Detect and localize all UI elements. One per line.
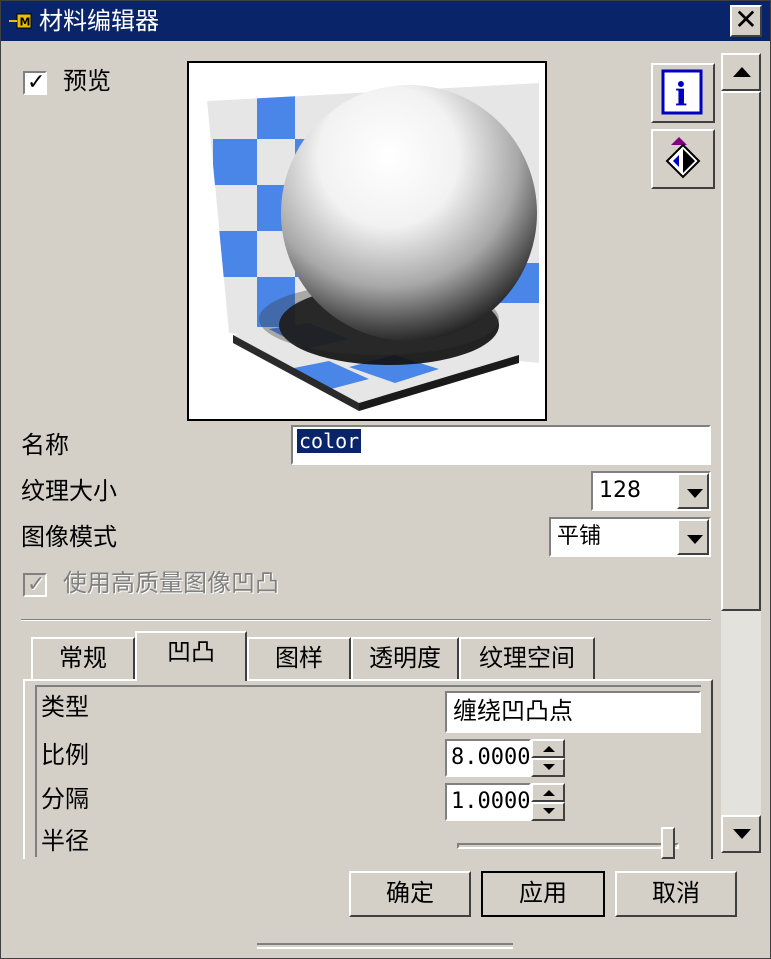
spin-up-icon[interactable] [531, 783, 565, 802]
preview-render [189, 63, 545, 419]
svg-text:i: i [675, 75, 687, 113]
hq-bump-label: 使用高质量图像凹凸 [63, 569, 279, 597]
hq-bump-checkbox: ✓ [23, 573, 47, 597]
type-label: 类型 [41, 693, 89, 721]
info-icon: i [661, 69, 703, 115]
material-flip-icon [665, 137, 701, 179]
check-icon: ✓ [27, 70, 46, 95]
material-preview [187, 61, 547, 421]
app-icon: M [9, 13, 32, 29]
tab-texture-space[interactable]: 纹理空间 [459, 637, 595, 679]
chevron-down-icon[interactable] [677, 519, 709, 555]
texture-size-label: 纹理大小 [21, 477, 117, 505]
scale-label: 比例 [41, 741, 89, 769]
close-icon: ✕ [734, 3, 758, 36]
radius-slider-track[interactable] [457, 843, 679, 849]
spin-down-icon[interactable] [531, 758, 565, 777]
title-bar[interactable]: M 材料编辑器 ✕ [1, 1, 770, 41]
spacing-label: 分隔 [41, 785, 89, 813]
radius-slider-handle[interactable] [661, 827, 675, 859]
material-flip-button[interactable] [651, 129, 715, 189]
scrollbar-thumb[interactable] [721, 91, 761, 611]
scale-stepper[interactable]: 8.0000 [445, 739, 567, 777]
preview-checkbox[interactable]: ✓ [23, 71, 47, 95]
cancel-button[interactable]: 取消 [615, 871, 737, 917]
scroll-down-button[interactable] [721, 815, 761, 853]
spacing-stepper[interactable]: 1.0000 [445, 783, 567, 821]
window-title: 材料编辑器 [39, 7, 159, 35]
tab-transparency[interactable]: 透明度 [351, 637, 459, 679]
preview-label: 预览 [63, 67, 111, 95]
scale-input[interactable]: 8.0000 [445, 739, 531, 777]
vertical-scrollbar[interactable] [721, 53, 761, 853]
scroll-up-button[interactable] [721, 53, 761, 91]
image-mode-select[interactable]: 平铺 [549, 517, 711, 557]
apply-button[interactable]: 应用 [481, 871, 605, 917]
texture-size-select[interactable]: 128 [591, 471, 711, 511]
type-field[interactable]: 缠绕凹凸点 [445, 691, 701, 733]
type-value: 缠绕凹凸点 [453, 697, 573, 725]
chevron-down-icon[interactable] [677, 473, 709, 509]
ok-button[interactable]: 确定 [349, 871, 471, 917]
name-label: 名称 [21, 431, 69, 459]
radius-label: 半径 [41, 827, 89, 855]
svg-text:M: M [20, 16, 31, 29]
name-value: color [297, 429, 362, 453]
texture-size-value: 128 [599, 478, 641, 503]
spacing-input[interactable]: 1.0000 [445, 783, 531, 821]
tab-pattern[interactable]: 图样 [247, 637, 351, 679]
material-editor-window: M 材料编辑器 ✕ ✓ 预览 i 名称 color 纹理大小 128 图像模式 … [0, 0, 771, 959]
check-icon: ✓ [27, 572, 46, 597]
close-button[interactable]: ✕ [730, 5, 762, 37]
info-button[interactable]: i [651, 63, 715, 123]
tab-general[interactable]: 常规 [31, 637, 135, 679]
image-mode-value: 平铺 [557, 524, 602, 549]
divider [21, 619, 711, 621]
image-mode-label: 图像模式 [21, 523, 117, 551]
name-input[interactable]: color [291, 425, 711, 465]
spin-down-icon[interactable] [531, 802, 565, 821]
spin-up-icon[interactable] [531, 739, 565, 758]
resize-grip[interactable] [257, 943, 513, 949]
tab-bump[interactable]: 凹凸 [135, 631, 247, 681]
